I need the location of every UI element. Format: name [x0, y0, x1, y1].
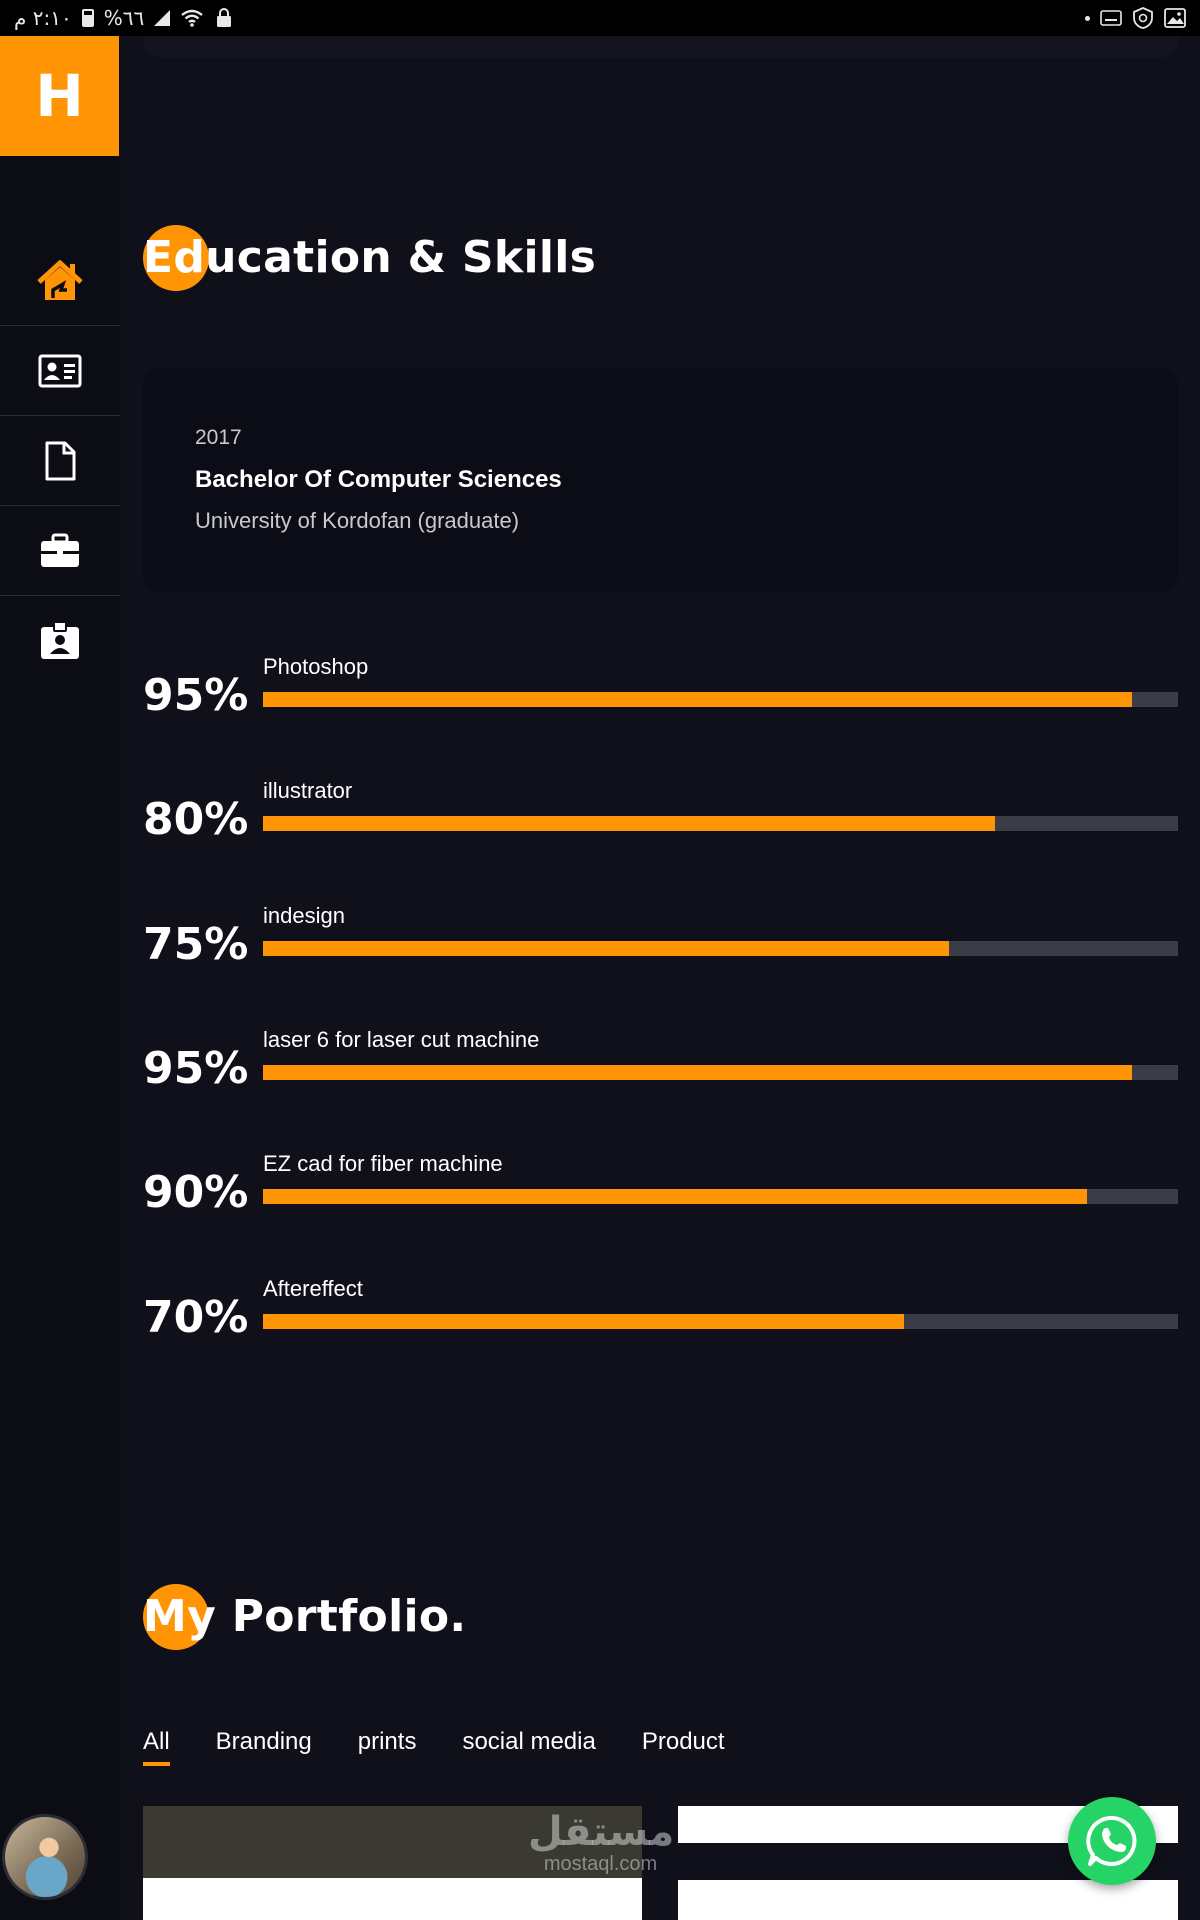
skill-progress-fill — [263, 941, 950, 956]
nav-item-about[interactable] — [0, 326, 120, 416]
skill-row: 90% EZ cad for fiber machine — [143, 1151, 1178, 1221]
portfolio-item-2-preview-bottom — [678, 1880, 1178, 1920]
watermark-arabic: مستقل — [528, 1809, 675, 1855]
image-icon — [1164, 8, 1186, 28]
document-icon — [45, 441, 76, 480]
skill-name: Aftereffect — [263, 1276, 363, 1301]
status-battery: %٦٦ — [103, 6, 145, 30]
signal-icon — [154, 10, 171, 26]
education-degree: Bachelor Of Computer Sciences — [195, 466, 562, 493]
wifi-icon — [181, 9, 203, 27]
skill-percent: 70% — [143, 1292, 249, 1343]
tab-social-media[interactable]: social media — [462, 1728, 595, 1766]
nav-item-contact[interactable] — [0, 596, 120, 686]
skill-row: 80% illustrator — [143, 778, 1178, 848]
skill-progress-track — [263, 816, 1178, 831]
portfolio-item-1-preview — [143, 1878, 642, 1920]
skill-progress-track — [263, 1189, 1178, 1204]
previous-section-card — [143, 36, 1178, 58]
tab-prints[interactable]: prints — [358, 1728, 417, 1766]
status-bar-right — [1085, 7, 1186, 29]
education-school: University of Kordofan (graduate) — [195, 508, 520, 533]
skill-row: 95% Photoshop — [143, 654, 1178, 724]
home-icon — [37, 259, 83, 300]
nav-item-resume[interactable] — [0, 416, 120, 506]
skill-percent: 75% — [143, 919, 249, 970]
logo[interactable]: H — [0, 36, 119, 156]
skill-name: illustrator — [263, 778, 353, 803]
skill-name: laser 6 for laser cut machine — [263, 1027, 540, 1052]
education-card: 2017 Bachelor Of Computer Sciences Unive… — [143, 368, 1178, 592]
skill-progress-fill — [263, 1189, 1087, 1204]
skill-row: 70% Aftereffect — [143, 1276, 1178, 1346]
skill-row: 95% laser 6 for laser cut machine — [143, 1027, 1178, 1097]
skill-name: indesign — [263, 903, 345, 928]
portfolio-title-rest: Portfolio. — [231, 1591, 467, 1642]
whatsapp-button[interactable] — [1068, 1797, 1156, 1885]
skill-percent: 95% — [143, 670, 249, 721]
skill-progress-track — [263, 941, 1178, 956]
skill-progress-track — [263, 1314, 1178, 1329]
skill-progress-track — [263, 1065, 1178, 1080]
sidebar-nav — [0, 236, 120, 686]
keyboard-icon — [1100, 10, 1122, 26]
briefcase-icon — [41, 533, 79, 567]
logo-letter: H — [35, 62, 84, 130]
skill-name: Photoshop — [263, 654, 369, 679]
skill-progress-fill — [263, 1065, 1133, 1080]
skill-row: 75% indesign — [143, 903, 1178, 973]
dot-icon — [1085, 15, 1090, 21]
education-title-text: Education & Skills — [143, 232, 597, 283]
skill-progress-fill — [263, 816, 995, 831]
battery-icon — [81, 9, 94, 27]
skill-progress-track — [263, 692, 1178, 707]
tab-all[interactable]: All — [143, 1728, 170, 1766]
watermark: مستقل mostaql.com — [528, 1809, 675, 1875]
status-bar: ٢:١٠ م %٦٦ — [0, 0, 1200, 36]
nav-item-portfolio[interactable] — [0, 506, 120, 596]
skill-progress-fill — [263, 1314, 904, 1329]
skill-percent: 95% — [143, 1043, 249, 1094]
portfolio-tabs: All Branding prints social media Product — [143, 1728, 725, 1766]
lock-icon — [217, 8, 232, 27]
id-card-icon — [38, 354, 82, 387]
skill-percent: 80% — [143, 794, 249, 845]
whatsapp-icon — [1086, 1815, 1137, 1866]
skill-name: EZ cad for fiber machine — [263, 1151, 503, 1176]
sidebar: H — [0, 36, 120, 1920]
portfolio-title: My Portfolio. — [143, 1583, 467, 1650]
education-year: 2017 — [195, 426, 242, 449]
tab-branding[interactable]: Branding — [216, 1728, 312, 1766]
contact-badge-icon — [41, 621, 79, 659]
education-title: Education & Skills — [143, 224, 597, 291]
status-time: ٢:١٠ م — [14, 6, 72, 30]
status-bar-left: ٢:١٠ م %٦٦ — [14, 6, 234, 30]
shield-icon — [1133, 7, 1153, 29]
portfolio-title-highlight: My — [143, 1591, 217, 1642]
skill-percent: 90% — [143, 1167, 249, 1218]
nav-item-home[interactable] — [0, 236, 120, 326]
avatar[interactable] — [2, 1814, 88, 1900]
skill-progress-fill — [263, 692, 1133, 707]
tab-product[interactable]: Product — [642, 1728, 725, 1766]
watermark-url: mostaql.com — [543, 1853, 658, 1875]
